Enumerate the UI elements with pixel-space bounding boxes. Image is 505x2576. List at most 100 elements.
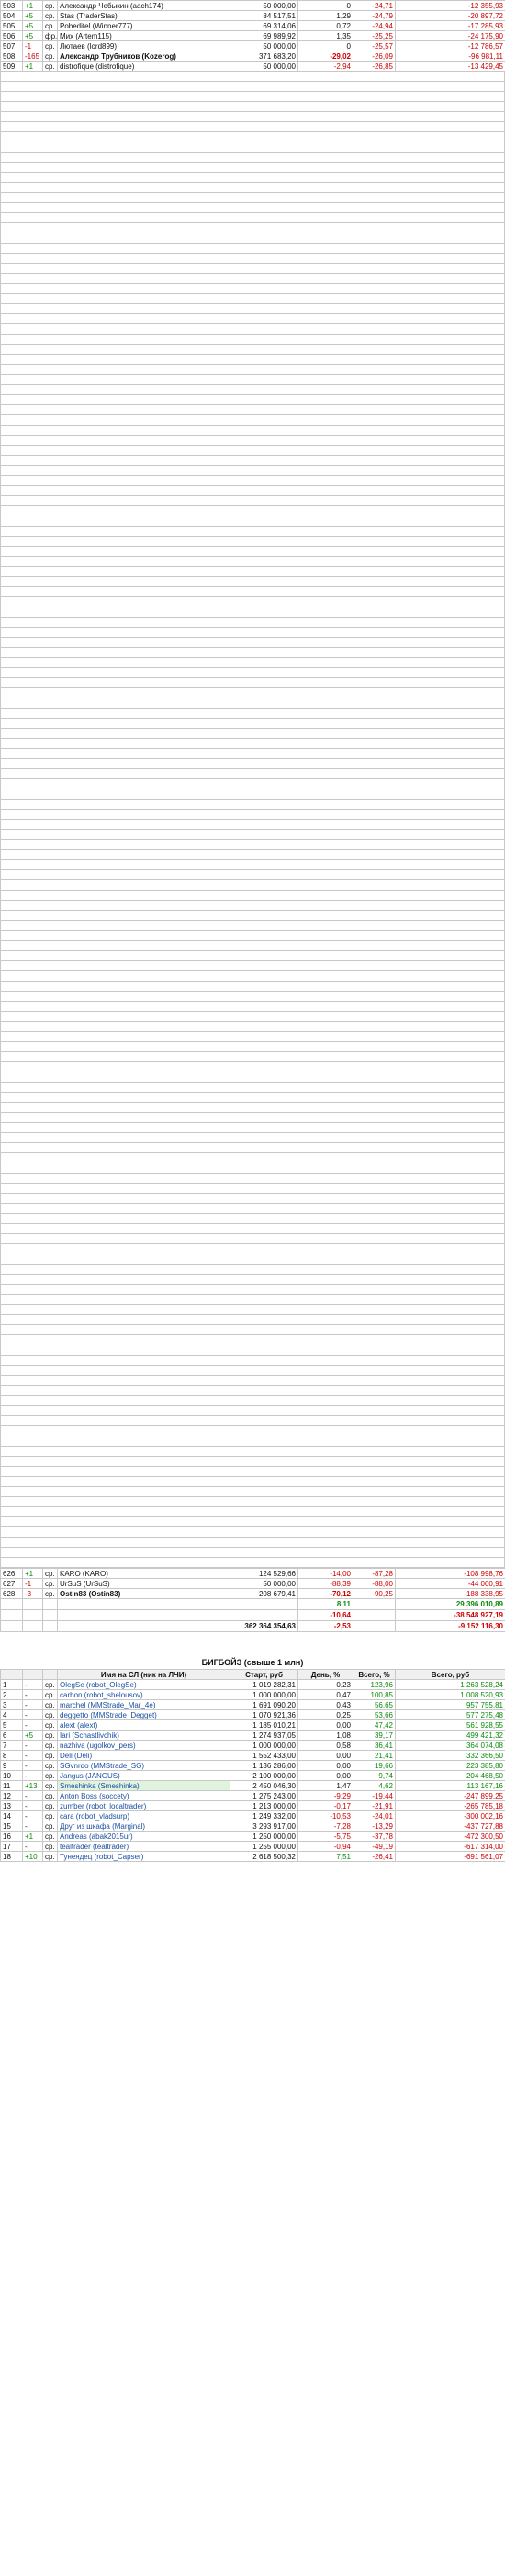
trader-name-cell[interactable]: Iari (Schastlivchik) (57, 1730, 230, 1741)
start-capital-cell: 1 000 000,00 (230, 1689, 298, 1700)
start-capital-cell: 50 000,00 (230, 61, 298, 72)
trader-name-cell[interactable]: alext (alext) (57, 1719, 230, 1731)
trader-name-cell[interactable]: Александр Трубников (Kozerog) (57, 51, 230, 62)
table-row: 627 -1 cp. UrSuS (UrSuS) 50 000,00 -88,39 -88,… (0, 1578, 505, 1589)
total-percent-cell: 123,96 (353, 1679, 396, 1690)
change-cell: - (22, 1719, 43, 1731)
rank-cell: 12 (0, 1790, 23, 1801)
trader-name-cell[interactable]: tealtrader (tealtrader) (57, 1841, 230, 1852)
trader-name-cell[interactable]: zumber (robot_localtrader) (57, 1800, 230, 1811)
trader-name-cell[interactable]: KARO (KARO) (57, 1568, 230, 1579)
trader-name-cell[interactable]: carbon (robot_shelousov) (57, 1689, 230, 1700)
table-row: 1- cp. OlegSe (robot_OlegSe) 1 019 282,31 0,… (0, 1679, 505, 1690)
start-capital-cell: 50 000,00 (230, 40, 298, 51)
division-cell: cp. (42, 51, 58, 62)
day-percent-cell: 0 (297, 0, 354, 11)
trader-name-cell[interactable]: nazhiva (ugolkov_pers) (57, 1740, 230, 1751)
division-cell: cp. (42, 1841, 58, 1852)
day-percent-cell: 0,47 (297, 1689, 354, 1700)
start-capital-cell: 1 275 243,00 (230, 1790, 298, 1801)
start-capital-cell: 1 136 286,00 (230, 1760, 298, 1771)
day-percent-cell: -5,75 (297, 1831, 354, 1842)
start-capital-cell: 1 185 010,21 (230, 1719, 298, 1731)
trader-name-cell[interactable]: Друг из шкафа (Marginal) (57, 1821, 230, 1832)
totals-row-a: 8,11 29 396 010,89 (0, 1598, 505, 1610)
change-cell: - (22, 1740, 43, 1751)
bigboy-table: Имя на СЛ (ник на ЛЧИ) Старт, руб День, … (0, 1669, 505, 1862)
rank-cell: 14 (0, 1810, 23, 1821)
start-capital-cell: 2 450 046,30 (230, 1780, 298, 1791)
day-percent-cell: -0,17 (297, 1800, 354, 1811)
total-rub-cell: -108 998,76 (395, 1568, 505, 1579)
trader-name-cell[interactable]: Andreas (abak2015ur) (57, 1831, 230, 1842)
change-cell: +10 (22, 1851, 43, 1862)
start-capital-cell: 1 070 921,36 (230, 1709, 298, 1720)
table-row: 13- cp. zumber (robot_localtrader) 1 213 00… (0, 1800, 505, 1811)
rank-cell: 506 (0, 30, 23, 41)
trader-name-cell[interactable]: marchel (MMStrade_Mar_4e) (57, 1699, 230, 1710)
table-row: 10- cp. Jangus (JANGUS) 2 100 000,00 0,00 9,7… (0, 1770, 505, 1781)
total-rub-cell: -44 000,91 (395, 1578, 505, 1589)
total-percent-cell: -37,78 (353, 1831, 396, 1842)
trader-name-cell[interactable]: Лютаев (lord899) (57, 40, 230, 51)
trader-name-cell[interactable]: Александр Чебыкин (aach174) (57, 0, 230, 11)
day-percent-cell: 1,35 (297, 30, 354, 41)
total-rub-cell: -300 002,16 (395, 1810, 505, 1821)
rank-cell: 626 (0, 1568, 23, 1579)
totals-start-capital: 362 364 354,63 (230, 1620, 298, 1632)
trader-name-cell[interactable]: Smeshinka (Smeshinka) (57, 1780, 230, 1791)
division-cell: cp. (42, 1699, 58, 1710)
trader-name-cell[interactable]: SGvnrdo (MMStrade_SG) (57, 1760, 230, 1771)
header-day: День, % (297, 1669, 354, 1680)
day-percent-cell: 0,58 (297, 1740, 354, 1751)
division-cell: cp. (42, 1760, 58, 1771)
start-capital-cell: 1 552 433,00 (230, 1750, 298, 1761)
total-percent-cell: -21,91 (353, 1800, 396, 1811)
ranking-table-middle-rows (0, 72, 505, 1568)
trader-name-cell[interactable]: Stas (TraderStas) (57, 10, 230, 21)
division-cell: cp. (42, 1740, 58, 1751)
trader-name-cell[interactable]: Deli (Deli) (57, 1750, 230, 1761)
total-percent-cell: -87,28 (353, 1568, 396, 1579)
trader-name-cell[interactable]: Мих (Artem115) (57, 30, 230, 41)
trader-name-cell[interactable]: deggetto (MMStrade_Degget) (57, 1709, 230, 1720)
change-cell: - (22, 1790, 43, 1801)
header-total-pct: Всего, % (353, 1669, 396, 1680)
totals-day-net: -2,53 (297, 1620, 354, 1632)
trader-name-cell[interactable]: Anton Boss (soccety) (57, 1790, 230, 1801)
totals-row-c: 362 364 354,63 -2,53 -9 152 116,30 (0, 1620, 505, 1632)
division-cell: cp. (42, 1831, 58, 1842)
day-percent-cell: -9,29 (297, 1790, 354, 1801)
table-row: 12- cp. Anton Boss (soccety) 1 275 243,00 -9… (0, 1790, 505, 1801)
total-percent-cell: 47,42 (353, 1719, 396, 1731)
trader-name-cell[interactable]: distrofique (distrofique) (57, 61, 230, 72)
trader-name-cell[interactable]: UrSuS (UrSuS) (57, 1578, 230, 1589)
trader-name-cell[interactable]: cara (robot_vladsurp) (57, 1810, 230, 1821)
trader-name-cell[interactable]: Jangus (JANGUS) (57, 1770, 230, 1781)
totals-row-b: -10,64 -38 548 927,19 (0, 1609, 505, 1621)
day-percent-cell: 0,00 (297, 1770, 354, 1781)
trader-name-cell[interactable]: Ostin83 (Ostin83) (57, 1588, 230, 1599)
start-capital-cell: 2 618 500,32 (230, 1851, 298, 1862)
total-percent-cell: -26,41 (353, 1851, 396, 1862)
change-cell: - (22, 1709, 43, 1720)
division-cell: cp. (42, 0, 58, 11)
table-row: 15- cp. Друг из шкафа (Marginal) 3 293 917,… (0, 1821, 505, 1832)
rank-cell: 628 (0, 1588, 23, 1599)
change-cell: +5 (22, 30, 43, 41)
trader-name-cell[interactable]: OlegSe (robot_OlegSe) (57, 1679, 230, 1690)
totals-sum-negative: -38 548 927,19 (395, 1609, 505, 1621)
trader-name-cell[interactable]: Pobeditel (Winner777) (57, 20, 230, 31)
table-row: 4- cp. deggetto (MMStrade_Degget) 1 070 921… (0, 1709, 505, 1720)
total-percent-cell: 53,66 (353, 1709, 396, 1720)
total-rub-cell: 113 167,16 (395, 1780, 505, 1791)
trader-name-cell[interactable]: Тунеядец (robot_Capser) (57, 1851, 230, 1862)
total-percent-cell: -19,44 (353, 1790, 396, 1801)
rank-cell: 13 (0, 1800, 23, 1811)
change-cell: - (22, 1770, 43, 1781)
division-cell: cp. (42, 40, 58, 51)
day-percent-cell: 0,00 (297, 1719, 354, 1731)
table-row: 505 +5 cp. Pobeditel (Winner777) 69 314,06 0,… (0, 20, 505, 31)
change-cell: - (22, 1689, 43, 1700)
change-cell: +5 (22, 20, 43, 31)
